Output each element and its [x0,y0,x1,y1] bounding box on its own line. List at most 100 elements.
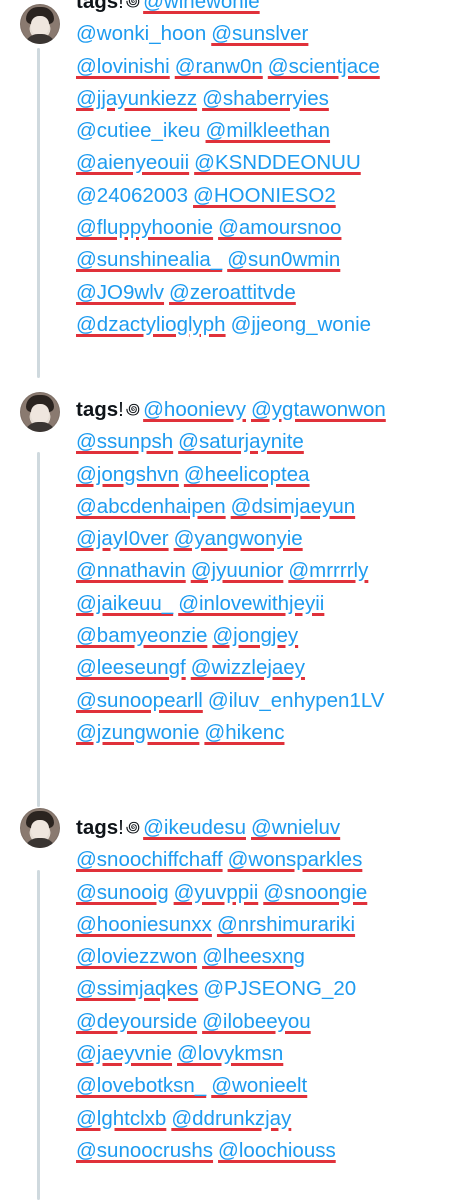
mention-link[interactable]: @wizzlejaey [191,656,305,679]
tweet-text-line: @lghtclxb @ddrunkzjay [76,1103,456,1135]
mention-link[interactable]: @loviezzwon [76,945,197,968]
tweet-text-line: @jongshvn @heelicoptea [76,459,456,491]
mention-link[interactable]: @sun0wmin [227,248,340,271]
mention-link[interactable]: @jzungwonie [76,721,199,744]
avatar-body [24,422,56,432]
spiral-glyph-icon: ꩜ [125,819,141,836]
mention-link[interactable]: @KSNDDEONUU [194,151,361,174]
mention-link[interactable]: @snoochiffchaff [76,848,223,871]
mention-link[interactable]: @wnieluv [251,816,340,839]
mention-link[interactable]: @HOONIESO2 [193,184,336,207]
mention-link[interactable]: @jjayunkiezz [76,87,197,110]
tweet-text-line: @jzungwonie @hikenc [76,717,456,749]
mention-link[interactable]: @snoongie [263,881,367,904]
mention-link[interactable]: @yuvppii [174,881,259,904]
mention-link[interactable]: @leeseungf [76,656,186,679]
mention-link[interactable]: @jaikeuu_ [76,592,173,615]
mention-link[interactable]: @jyuunior [191,559,284,582]
mention-link[interactable]: @iluv_enhypen1LV [208,689,385,712]
mention-link[interactable]: @ddrunkzjay [171,1107,291,1130]
thread-connector-line [37,48,40,378]
avatar[interactable] [20,4,60,44]
tweet-text: tags! ꩜ @ikeudesu @wnieluv @snoochiffchaff @w… [76,812,456,1167]
mention-link[interactable]: @jayI0ver [76,527,169,550]
tweet-text-line: @cutiee_ikeu @milkleethan [76,115,456,147]
tweet-text-line: tags! ꩜ @hoonievy @ygtawonwon [76,394,456,426]
tweet-text-line: @JO9wlv @zeroattitvde [76,277,456,309]
tweet-text-line: @24062003 @HOONIESO2 [76,180,456,212]
mention-link[interactable]: @heelicoptea [184,463,310,486]
mention-link[interactable]: @winewonie [143,0,260,13]
mention-link[interactable]: @scientjace [268,55,380,78]
mention-link[interactable]: @amoursnoo [218,216,341,239]
mention-link[interactable]: @dzactylioglyph [76,313,226,336]
mention-link[interactable]: @lovebotksn_ [76,1074,206,1097]
mention-link[interactable]: @nrshimurariki [217,913,355,936]
mention-link[interactable]: @lovinishi [76,55,170,78]
tweet-lead-word: tags [76,816,119,839]
tweet-text-line: tags! ꩜ @ikeudesu @wnieluv [76,812,456,844]
mention-link[interactable]: @sunslver [211,22,308,45]
mention-link[interactable]: @milkleethan [206,119,331,142]
mention-link[interactable]: @shaberryies [202,87,329,110]
tweet-text-line: @sunshinealia_ @sun0wmin [76,244,456,276]
tweet-text-line: @sunoocrushs @loochiouss [76,1135,456,1167]
mention-link[interactable]: @wonieelt [211,1074,307,1097]
mention-link[interactable]: @sunoopearll [76,689,203,712]
mention-link[interactable]: @yangwonyie [174,527,303,550]
mention-link[interactable]: @wonki_hoon [76,22,206,45]
mention-link[interactable]: @jaeyvnie [76,1042,172,1065]
mention-link[interactable]: @inlovewithjeyii [178,592,324,615]
mention-link[interactable]: @loochiouss [218,1139,336,1162]
tweet-text-line: @leeseungf @wizzlejaey [76,652,456,684]
mention-link[interactable]: @wonsparkles [228,848,363,871]
tweet-text-line: tags! ꩜ @winewonie [76,0,456,18]
mention-link[interactable]: @jjeong_wonie [231,313,372,336]
tweet-text-line: @lovebotksn_ @wonieelt [76,1070,456,1102]
mention-link[interactable]: @lghtclxb [76,1107,166,1130]
mention-link[interactable]: @sunooig [76,881,169,904]
mention-link[interactable]: @zeroattitvde [169,281,296,304]
mention-link[interactable]: @sunshinealia_ [76,248,222,271]
mention-link[interactable]: @hooniesunxx [76,913,212,936]
mention-link[interactable]: @deyourside [76,1010,197,1033]
mention-link[interactable]: @PJSEONG_20 [203,977,356,1000]
avatar[interactable] [20,392,60,432]
tweet-text-line: @bamyeonzie @jongjey [76,620,456,652]
spiral-glyph-icon: ꩜ [125,0,141,10]
mention-link[interactable]: @ilobeeyou [202,1010,311,1033]
tweet-text-line: @ssunpsh @saturjaynite [76,426,456,458]
mention-link[interactable]: @saturjaynite [178,430,304,453]
tweet-text-line: @dzactylioglyph @jjeong_wonie [76,309,456,341]
thread-connector-line [37,452,40,807]
mention-link[interactable]: @sunoocrushs [76,1139,213,1162]
mention-link[interactable]: @ssimjaqkes [76,977,198,1000]
avatar[interactable] [20,808,60,848]
mention-link[interactable]: @fluppyhoonie [76,216,213,239]
mention-link[interactable]: @JO9wlv [76,281,164,304]
mention-link[interactable]: @24062003 [76,184,188,207]
mention-link[interactable]: @ygtawonwon [251,398,386,421]
tweet-text-line: @deyourside @ilobeeyou [76,1006,456,1038]
mention-link[interactable]: @cutiee_ikeu [76,119,201,142]
mention-link[interactable]: @jongshvn [76,463,179,486]
mention-link[interactable]: @lovykmsn [177,1042,283,1065]
mention-link[interactable]: @hikenc [204,721,284,744]
mention-link[interactable]: @hoonievy [143,398,246,421]
mention-link[interactable]: @lheesxng [202,945,305,968]
tweet-text-line: @jaikeuu_ @inlovewithjeyii [76,588,456,620]
tweet-text-line: @fluppyhoonie @amoursnoo [76,212,456,244]
mention-link[interactable]: @bamyeonzie [76,624,207,647]
mention-link[interactable]: @aienyeouii [76,151,189,174]
mention-link[interactable]: @jongjey [212,624,298,647]
mention-link[interactable]: @ranw0n [175,55,263,78]
mention-link[interactable]: @mrrrrly [288,559,368,582]
mention-link[interactable]: @ikeudesu [143,816,246,839]
mention-link[interactable]: @abcdenhaipen [76,495,226,518]
avatar-face [31,404,49,424]
mention-link[interactable]: @nnathavin [76,559,186,582]
tweet-text-line: @jaeyvnie @lovykmsn [76,1038,456,1070]
tweet-lead-exclamation: ! [118,0,124,13]
mention-link[interactable]: @ssunpsh [76,430,173,453]
mention-link[interactable]: @dsimjaeyun [231,495,356,518]
